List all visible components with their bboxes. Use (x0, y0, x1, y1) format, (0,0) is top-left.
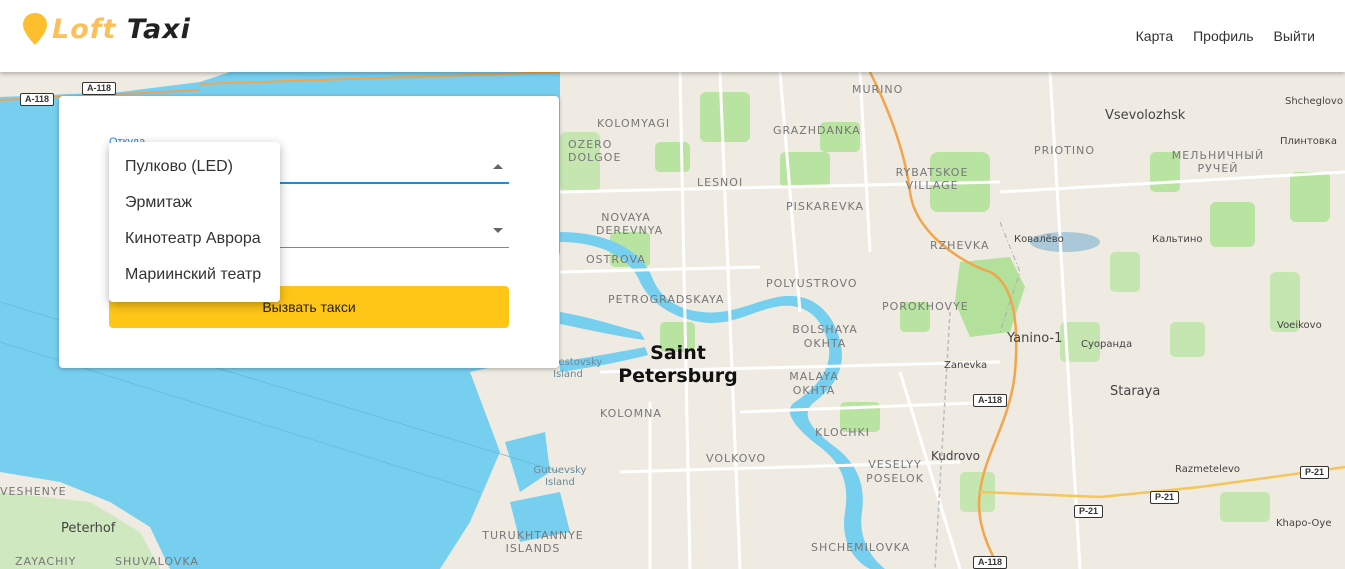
map-label: OSTROVA (586, 253, 646, 266)
road-sign: A-118 (973, 556, 1008, 569)
map-label: Staraya (1110, 384, 1161, 399)
map-label: Плинтовка (1280, 136, 1337, 147)
map-label: BOLSHAYA OKHTA (792, 323, 858, 350)
dropdown-option[interactable]: Кинотеатр Аврора (109, 221, 280, 257)
map-label: NOVAYA DEREVNYA (596, 211, 664, 237)
map-label: VESELYY POSELOK (866, 458, 924, 485)
road-sign: A-118 (82, 82, 117, 95)
map-label: PISKAREVKA (786, 200, 865, 213)
chevron-up-icon[interactable] (493, 164, 503, 169)
road-sign: A-118 (20, 93, 55, 106)
map-label: Zanevka (944, 360, 988, 371)
map-label: Vsevolozhsk (1105, 108, 1186, 123)
map-label: KOLOMNA (600, 407, 662, 420)
map-label: OZERO DOLGOE (568, 138, 622, 164)
from-dropdown-menu: Пулково (LED) Эрмитаж Кинотеатр Аврора М… (109, 142, 280, 302)
road-sign: P-21 (1074, 505, 1104, 518)
map-label: POROKHOVYE (882, 300, 969, 313)
map-label: TURUKHTANNYE ISLANDS (482, 529, 584, 555)
map-label: MURINO (852, 83, 904, 96)
map-label: Yanino-1 (1007, 331, 1063, 346)
map-label: POLYUSTROVO (766, 277, 858, 290)
map-label: MALAYA OKHTA (789, 370, 839, 397)
dropdown-option[interactable]: Эрмитаж (109, 185, 280, 221)
map-label: Суоранда (1081, 339, 1133, 350)
nav-logout-link[interactable]: Выйти (1274, 28, 1315, 44)
map-label: Gutuevsky Island (533, 465, 587, 488)
map-label: LESNOI (697, 176, 744, 189)
main-nav: Карта Профиль Выйти (1136, 28, 1315, 44)
map-label: GRAZHDANKA (773, 124, 861, 137)
logo[interactable]: Loft Taxi (22, 12, 191, 46)
map-label: Кальтино (1152, 234, 1203, 245)
road-sign: P-21 (1300, 466, 1330, 479)
map-label: Peterhof (61, 521, 116, 536)
app-header: Loft Taxi Карта Профиль Выйти (0, 0, 1345, 72)
map-label: VESHENYE (0, 485, 67, 498)
map-label: ZAYACHIY (15, 555, 77, 568)
map-label: PETROGRADSKAYA (608, 293, 725, 306)
map-label: Ковалёво (1014, 234, 1064, 245)
road-sign: P-21 (1150, 491, 1180, 504)
logo-text: Loft Taxi (52, 13, 191, 45)
nav-profile-link[interactable]: Профиль (1193, 28, 1253, 44)
map-label: RYBATSKOE VILLAGE (895, 166, 969, 192)
map-pin-icon (23, 13, 47, 45)
map-label: МЕЛЬНИЧНЫЙ РУЧЕЙ (1171, 149, 1265, 175)
map-label: SHUVALOVKA (115, 555, 199, 568)
road-sign: A-118 (973, 394, 1008, 407)
map-label: VOLKOVO (706, 452, 767, 465)
chevron-down-icon[interactable] (493, 228, 503, 233)
map-label: KLOCHKI (815, 426, 871, 439)
dropdown-option[interactable]: Пулково (LED) (109, 149, 280, 185)
map-label: Kudrovo (931, 449, 980, 463)
map-label: Voeikovo (1277, 320, 1322, 331)
map-label: Khapo-Oye (1276, 518, 1332, 529)
dropdown-option[interactable]: Мариинский театр (109, 257, 280, 293)
nav-map-link[interactable]: Карта (1136, 28, 1173, 44)
map-city-label: Saint Petersburg (618, 342, 738, 387)
map-label: RZHEVKA (930, 239, 990, 252)
map-label: Razmetelevo (1175, 464, 1241, 475)
map-label: KOLOMYAGI (597, 117, 671, 130)
map-label: Shcheglovo (1285, 96, 1343, 107)
map-label: SHCHEMILOVKA (811, 541, 911, 554)
map-label: PRIOTINO (1034, 144, 1096, 157)
